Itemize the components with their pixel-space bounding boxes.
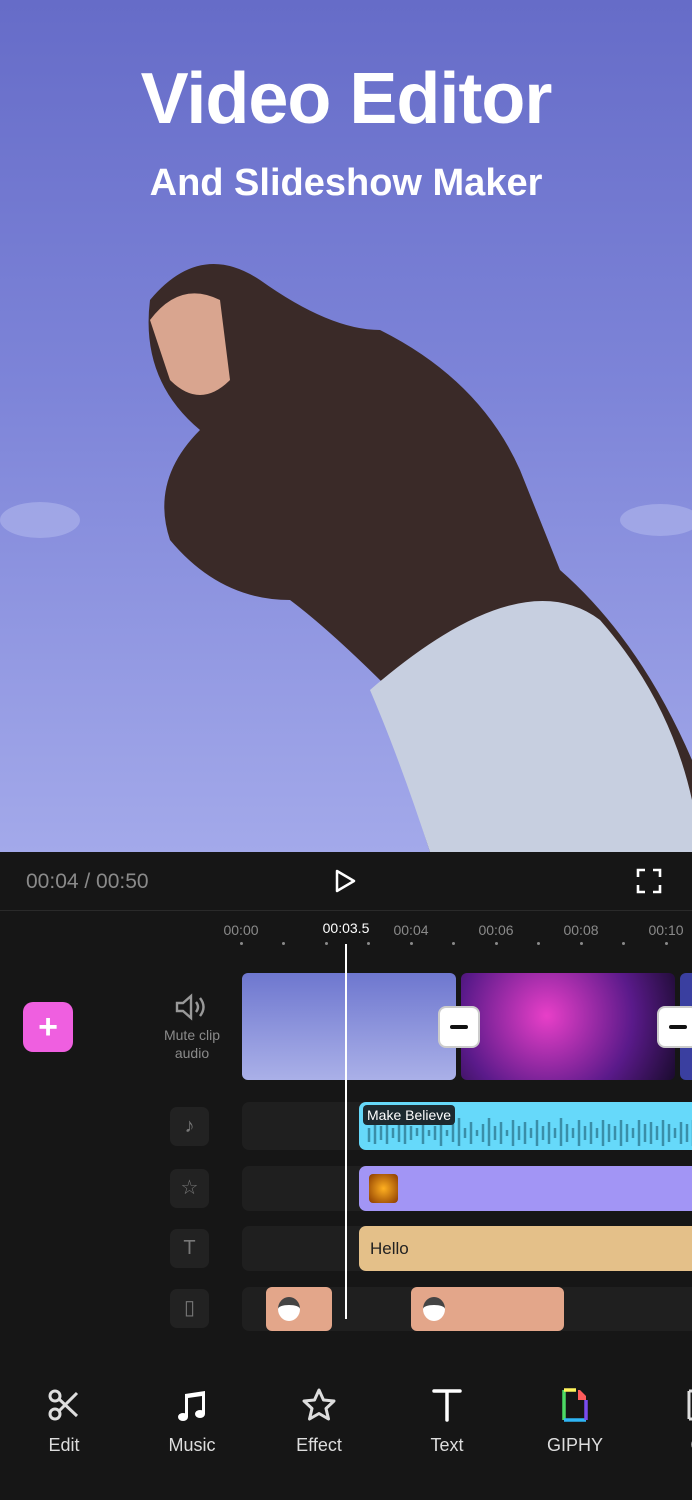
tool-label: Text (430, 1435, 464, 1455)
sticker-clip[interactable] (411, 1287, 564, 1331)
music-clip[interactable]: Make Believe (359, 1102, 692, 1150)
ruler-tick: 00:06 (478, 922, 514, 938)
giphy-icon (530, 1385, 620, 1425)
text-icon (402, 1385, 492, 1425)
ruler-tick: 00:00 (223, 922, 259, 938)
sticker-clip[interactable] (266, 1287, 332, 1331)
ruler-tick: 00:10 (648, 922, 684, 938)
ruler-dot (665, 942, 668, 945)
tool-label: Effect (296, 1435, 342, 1455)
video-clip[interactable] (242, 973, 456, 1080)
transition-button[interactable] (438, 1006, 480, 1048)
ruler-tick: 00:04 (393, 922, 429, 938)
ruler-tick: 00:08 (563, 922, 599, 938)
tool-text[interactable]: Text (402, 1385, 492, 1456)
current-time-marker: 00:03.5 (320, 920, 372, 936)
speaker-icon (150, 992, 234, 1026)
tool-giphy[interactable]: GIPHY (530, 1385, 620, 1456)
ruler-dot (240, 942, 243, 945)
time-display: 00:04 / 00:50 (26, 870, 149, 893)
tool-ca[interactable]: Ca (657, 1385, 692, 1456)
tool-label: Music (168, 1435, 216, 1455)
hero-subtitle: And Slideshow Maker (149, 162, 543, 204)
mute-label: Mute clip audio (163, 1027, 221, 1061)
music-clip-title: Make Believe (363, 1105, 456, 1125)
text-clip[interactable]: Hello (359, 1226, 692, 1271)
play-icon[interactable] (333, 868, 357, 899)
ruler-dot (495, 942, 498, 945)
add-clip-button[interactable]: + (23, 1002, 73, 1052)
ruler-dot (537, 942, 540, 945)
mute-clip-audio-button[interactable]: Mute clip audio (150, 992, 234, 1062)
effect-track-icon: ☆ (170, 1169, 209, 1208)
ruler-dot (410, 942, 413, 945)
text-track-icon: T (170, 1229, 209, 1268)
tool-effect[interactable]: Effect (274, 1385, 364, 1456)
video-clip[interactable] (461, 973, 675, 1080)
fullscreen-icon[interactable] (636, 868, 662, 899)
transition-button[interactable] (657, 1006, 692, 1048)
divider (0, 910, 692, 911)
ruler-dot (622, 942, 625, 945)
effect-thumbnail (369, 1174, 398, 1203)
preview-canvas[interactable]: Video Editor And Slideshow Maker (0, 0, 692, 852)
tool-label: GIPHY (546, 1435, 603, 1455)
music-track-icon: ♪ (170, 1107, 209, 1146)
ruler-dot (580, 942, 583, 945)
ruler-dot (282, 942, 285, 945)
ruler-dot (452, 942, 455, 945)
ruler-dot (367, 942, 370, 945)
partial-icon (657, 1385, 692, 1425)
tool-edit[interactable]: Edit (19, 1385, 109, 1456)
scissors-icon (19, 1385, 109, 1425)
sticker-track-icon: ▯ (170, 1289, 209, 1328)
playhead[interactable] (345, 944, 347, 1319)
star-icon (274, 1385, 364, 1425)
ruler-dot (325, 942, 328, 945)
tool-label: Edit (48, 1435, 80, 1455)
music-note-icon (147, 1385, 237, 1425)
tool-music[interactable]: Music (147, 1385, 237, 1456)
hero-title: Video Editor (140, 59, 553, 139)
effect-clip[interactable] (359, 1166, 692, 1211)
tool-label: Ca (657, 1435, 692, 1456)
